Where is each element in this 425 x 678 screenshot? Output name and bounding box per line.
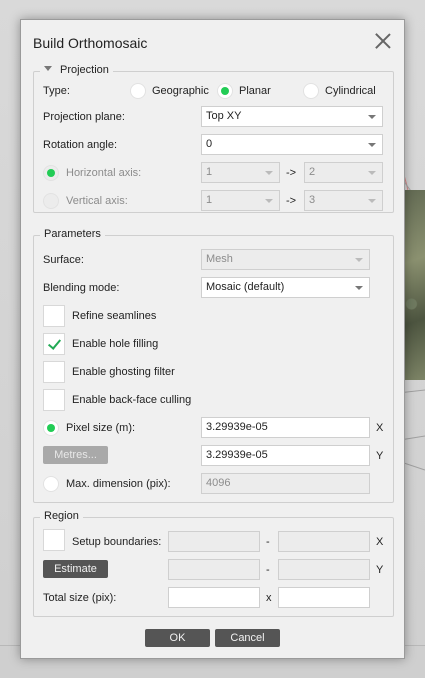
parameters-legend: Parameters bbox=[40, 228, 105, 240]
setup-boundaries-label[interactable]: Setup boundaries: bbox=[72, 536, 161, 548]
horizontal-axis-to-select[interactable]: 2 bbox=[304, 162, 383, 183]
refine-seamlines-checkbox[interactable] bbox=[43, 305, 65, 327]
radio-cylindrical[interactable] bbox=[303, 83, 319, 99]
boundary-y-min-input[interactable] bbox=[168, 559, 260, 580]
pixel-size-label: Pixel size (m): bbox=[66, 422, 136, 434]
chevron-down-icon bbox=[355, 258, 363, 262]
ok-button[interactable]: OK bbox=[145, 629, 210, 647]
surface-select[interactable]: Mesh bbox=[201, 249, 370, 270]
blending-mode-select[interactable]: Mosaic (default) bbox=[201, 277, 370, 298]
ghosting-filter-checkbox[interactable] bbox=[43, 361, 65, 383]
vertical-axis-label: Vertical axis: bbox=[66, 195, 128, 207]
horizontal-axis-from-select[interactable]: 1 bbox=[201, 162, 280, 183]
chevron-down-icon bbox=[265, 171, 273, 175]
ghosting-filter-label[interactable]: Enable ghosting filter bbox=[72, 366, 175, 378]
parameters-group: Parameters Surface: Mesh Blending mode: … bbox=[33, 228, 394, 503]
total-size-height-input[interactable] bbox=[278, 587, 370, 608]
vertical-axis-arrow: -> bbox=[286, 195, 297, 207]
back-face-culling-checkbox[interactable] bbox=[43, 389, 65, 411]
chevron-down-icon bbox=[368, 143, 376, 147]
metres-button[interactable]: Metres... bbox=[43, 446, 108, 464]
boundary-y-label: Y bbox=[376, 564, 384, 576]
horizontal-axis-arrow: -> bbox=[286, 167, 297, 179]
radio-cylindrical-label[interactable]: Cylindrical bbox=[325, 85, 376, 97]
radio-vertical-axis[interactable] bbox=[43, 193, 59, 209]
horizontal-axis-from-value: 1 bbox=[206, 166, 213, 178]
projection-plane-select[interactable]: Top XY bbox=[201, 106, 383, 127]
region-legend: Region bbox=[40, 510, 83, 522]
projection-plane-value: Top XY bbox=[206, 110, 242, 122]
vertical-axis-from-value: 1 bbox=[206, 194, 213, 206]
boundary-x-min-input[interactable] bbox=[168, 531, 260, 552]
radio-geographic-label[interactable]: Geographic bbox=[152, 85, 209, 97]
total-size-label: Total size (pix): bbox=[43, 592, 117, 604]
radio-horizontal-axis[interactable] bbox=[43, 165, 59, 181]
estimate-button[interactable]: Estimate bbox=[43, 560, 108, 578]
boundary-x-dash: - bbox=[266, 536, 270, 548]
boundary-x-label: X bbox=[376, 536, 384, 548]
vertical-axis-from-select[interactable]: 1 bbox=[201, 190, 280, 211]
collapse-triangle-icon[interactable] bbox=[44, 66, 52, 71]
vertical-axis-to-value: 3 bbox=[309, 194, 316, 206]
cancel-button[interactable]: Cancel bbox=[215, 629, 280, 647]
boundary-y-max-input[interactable] bbox=[278, 559, 370, 580]
pixel-size-y-input[interactable]: 3.29939e-05 bbox=[201, 445, 370, 466]
rotation-angle-label: Rotation angle: bbox=[43, 139, 117, 151]
chevron-down-icon bbox=[355, 286, 363, 290]
dialog-titlebar[interactable]: Build Orthomosaic bbox=[21, 20, 404, 66]
back-face-culling-label[interactable]: Enable back-face culling bbox=[72, 394, 191, 406]
hole-filling-checkbox[interactable] bbox=[43, 333, 65, 355]
chevron-down-icon bbox=[368, 199, 376, 203]
pixel-size-x-input[interactable]: 3.29939e-05 bbox=[201, 417, 370, 438]
blending-mode-label: Blending mode: bbox=[43, 282, 120, 294]
projection-legend[interactable]: Projection bbox=[40, 64, 113, 76]
chevron-down-icon bbox=[368, 171, 376, 175]
total-size-width-input[interactable] bbox=[168, 587, 260, 608]
radio-planar[interactable] bbox=[217, 83, 233, 99]
setup-boundaries-checkbox[interactable] bbox=[43, 529, 65, 551]
total-size-times: x bbox=[266, 592, 272, 604]
horizontal-axis-to-value: 2 bbox=[309, 166, 316, 178]
radio-geographic[interactable] bbox=[130, 83, 146, 99]
chevron-down-icon bbox=[368, 115, 376, 119]
rotation-angle-select[interactable]: 0 bbox=[201, 134, 383, 155]
radio-max-dimension[interactable] bbox=[43, 476, 59, 492]
radio-planar-label[interactable]: Planar bbox=[239, 85, 271, 97]
projection-legend-label: Projection bbox=[60, 64, 109, 76]
max-dimension-input[interactable]: 4096 bbox=[201, 473, 370, 494]
region-group: Region Setup boundaries: - X Estimate - … bbox=[33, 510, 394, 617]
projection-plane-label: Projection plane: bbox=[43, 111, 125, 123]
build-orthomosaic-dialog: Build Orthomosaic Projection Type: Geogr… bbox=[20, 19, 405, 659]
hole-filling-label[interactable]: Enable hole filling bbox=[72, 338, 158, 350]
vertical-axis-to-select[interactable]: 3 bbox=[304, 190, 383, 211]
surface-value: Mesh bbox=[206, 253, 233, 265]
boundary-x-max-input[interactable] bbox=[278, 531, 370, 552]
surface-label: Surface: bbox=[43, 254, 84, 266]
max-dimension-label: Max. dimension (pix): bbox=[66, 478, 171, 490]
pixel-size-y-unit: Y bbox=[376, 450, 384, 462]
rotation-angle-value: 0 bbox=[206, 138, 213, 150]
blending-mode-value: Mosaic (default) bbox=[206, 281, 285, 293]
horizontal-axis-label: Horizontal axis: bbox=[66, 167, 142, 179]
boundary-y-dash: - bbox=[266, 564, 270, 576]
pixel-size-x-unit: X bbox=[376, 422, 384, 434]
radio-pixel-size[interactable] bbox=[43, 420, 59, 436]
type-label: Type: bbox=[43, 85, 70, 97]
close-icon[interactable] bbox=[374, 32, 392, 50]
projection-group: Projection Type: Geographic Planar Cylin… bbox=[33, 64, 394, 213]
refine-seamlines-label[interactable]: Refine seamlines bbox=[72, 310, 156, 322]
dialog-title: Build Orthomosaic bbox=[33, 35, 148, 51]
chevron-down-icon bbox=[265, 199, 273, 203]
